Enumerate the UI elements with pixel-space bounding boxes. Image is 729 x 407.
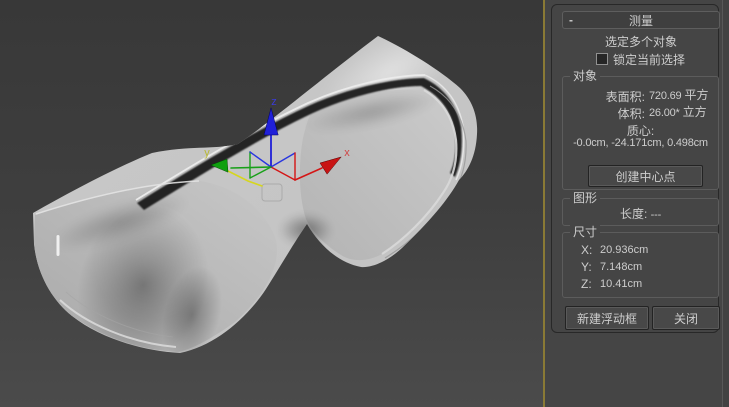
lock-selection-row: 锁定当前选择: [552, 51, 729, 65]
specular-highlight: [57, 235, 60, 256]
lock-selection-checkbox[interactable]: [596, 53, 608, 65]
y-axis-line[interactable]: [231, 167, 271, 168]
lock-selection-label: 锁定当前选择: [613, 51, 685, 68]
app-window: x y z - 测量 选定多个对象 锁定当前选择 对象 表面积:: [0, 0, 729, 407]
dimension-y-row: Y: 7.148cm: [563, 260, 718, 274]
close-button[interactable]: 关闭: [652, 306, 720, 330]
measure-rollout: - 测量 选定多个对象 锁定当前选择 对象 表面积: 720.69 平方 体积:…: [551, 4, 719, 333]
dimension-z-label: Z:: [581, 277, 592, 291]
volume-row: 体积: 26.00* 立方: [563, 105, 718, 119]
dimension-y-value: 7.148cm: [600, 260, 642, 274]
centroid-value: -0.0cm, -24.171cm, 0.498cm: [563, 137, 718, 151]
rollout-header[interactable]: - 测量: [562, 11, 720, 29]
new-floater-button[interactable]: 新建浮动框: [565, 306, 649, 330]
measure-panel: - 测量 选定多个对象 锁定当前选择 对象 表面积: 720.69 平方 体积:…: [545, 0, 729, 407]
length-value: ---: [651, 209, 661, 221]
z-axis-label: z: [271, 96, 277, 108]
length-row: 长度: ---: [563, 205, 718, 222]
dimensions-group-title: 尺寸: [570, 225, 600, 239]
selection-status: 选定多个对象: [558, 33, 724, 50]
create-center-point-button[interactable]: 创建中心点: [588, 165, 703, 187]
centroid-label: 质心:: [563, 122, 718, 136]
dimensions-group: 尺寸 X: 20.936cm Y: 7.148cm Z: 10.41cm: [562, 232, 719, 298]
surface-area-value: 720.69: [649, 90, 681, 102]
length-label: 长度:: [620, 207, 647, 221]
shapes-group: 图形 长度: ---: [562, 198, 719, 226]
dimension-y-label: Y:: [581, 260, 592, 274]
object-group: 对象 表面积: 720.69 平方 体积: 26.00* 立方 质心: -0.0…: [562, 76, 719, 190]
dimension-x-label: X:: [581, 243, 592, 257]
surface-area-unit: 平方: [685, 88, 709, 102]
viewport-3d[interactable]: x y z: [0, 0, 543, 407]
volume-label: 体积:: [563, 105, 645, 122]
dimension-x-value: 20.936cm: [600, 243, 648, 257]
collapse-icon[interactable]: -: [569, 12, 573, 28]
volume-unit: 立方: [683, 105, 707, 119]
x-axis-label: x: [344, 147, 350, 159]
shapes-group-title: 图形: [570, 191, 600, 205]
volume-value: 26.00*: [649, 107, 680, 119]
surface-area-label: 表面积:: [563, 88, 645, 105]
y-axis-label: y: [204, 147, 210, 159]
rollout-title: 测量: [629, 12, 653, 29]
dimension-z-value: 10.41cm: [600, 277, 642, 291]
dimension-x-row: X: 20.936cm: [563, 243, 718, 257]
object-group-title: 对象: [570, 69, 600, 83]
surface-area-row: 表面积: 720.69 平方: [563, 88, 718, 102]
dimension-z-row: Z: 10.41cm: [563, 277, 718, 291]
